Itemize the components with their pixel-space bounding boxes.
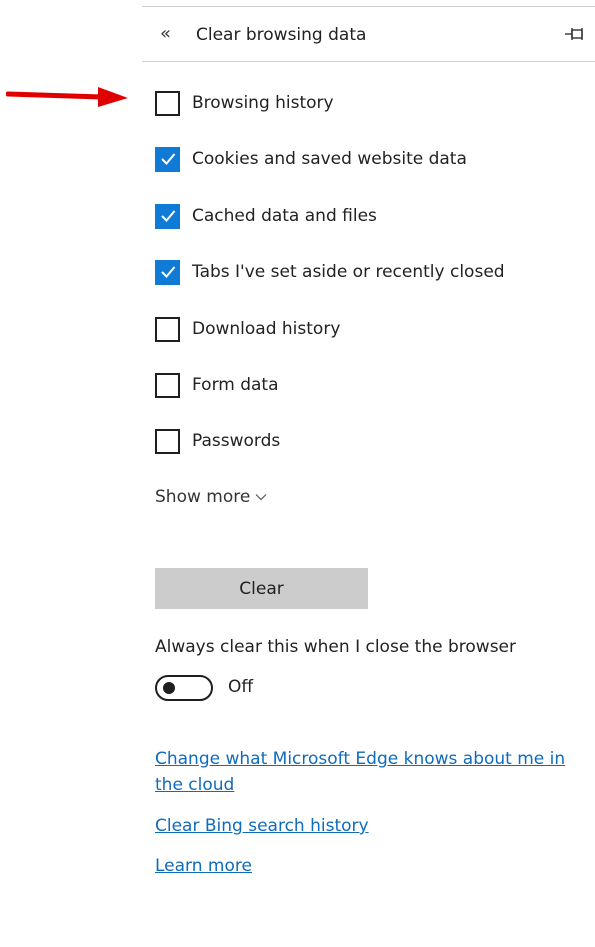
toggle-knob xyxy=(163,682,175,694)
checkmark-icon xyxy=(160,153,175,165)
checkbox[interactable] xyxy=(155,259,180,285)
clear-browsing-data-panel: « Clear browsing data Browsing history C… xyxy=(0,0,595,947)
checkbox-row-form-data[interactable]: Form data xyxy=(155,372,279,398)
always-clear-label: Always clear this when I close the brows… xyxy=(155,637,517,657)
back-chevron-icon[interactable]: « xyxy=(160,23,171,45)
chevron-down-icon xyxy=(255,494,267,501)
checkbox[interactable] xyxy=(155,428,180,454)
checkbox[interactable] xyxy=(155,372,180,398)
cloud-data-link[interactable]: Change what Microsoft Edge knows about m… xyxy=(155,746,585,798)
checkbox[interactable] xyxy=(155,203,180,229)
checkbox-row-cookies[interactable]: Cookies and saved website data xyxy=(155,146,467,172)
learn-more-link[interactable]: Learn more xyxy=(155,853,252,879)
show-more-label: Show more xyxy=(155,487,251,507)
checkbox-row-download-history[interactable]: Download history xyxy=(155,316,340,342)
checkbox[interactable] xyxy=(155,90,180,116)
checkbox-row-tabs-set-aside[interactable]: Tabs I've set aside or recently closed xyxy=(155,259,505,285)
checkbox-label: Passwords xyxy=(192,431,281,451)
clear-button[interactable]: Clear xyxy=(155,568,368,609)
panel-header: « Clear browsing data xyxy=(142,6,595,62)
checkmark-icon xyxy=(160,210,175,222)
checkbox-label: Cookies and saved website data xyxy=(192,149,467,169)
checkbox-label: Tabs I've set aside or recently closed xyxy=(192,262,505,282)
checkbox-row-passwords[interactable]: Passwords xyxy=(155,428,280,454)
pin-icon[interactable] xyxy=(564,26,586,42)
checkbox[interactable] xyxy=(155,146,180,172)
always-clear-toggle[interactable] xyxy=(155,675,213,701)
checkbox-label: Cached data and files xyxy=(192,206,377,226)
checkbox-label: Browsing history xyxy=(192,93,334,113)
show-more-toggle[interactable]: Show more xyxy=(155,487,267,507)
checkbox[interactable] xyxy=(155,316,180,342)
checkbox-row-cached-data[interactable]: Cached data and files xyxy=(155,203,377,229)
clear-bing-history-link[interactable]: Clear Bing search history xyxy=(155,813,369,839)
checkbox-row-browsing-history[interactable]: Browsing history xyxy=(155,90,334,116)
red-arrow-annotation xyxy=(6,87,128,107)
toggle-state-label: Off xyxy=(228,677,254,697)
checkbox-label: Form data xyxy=(192,375,279,395)
checkbox-label: Download history xyxy=(192,319,341,339)
panel-title: Clear browsing data xyxy=(196,25,367,45)
checkmark-icon xyxy=(160,266,175,278)
